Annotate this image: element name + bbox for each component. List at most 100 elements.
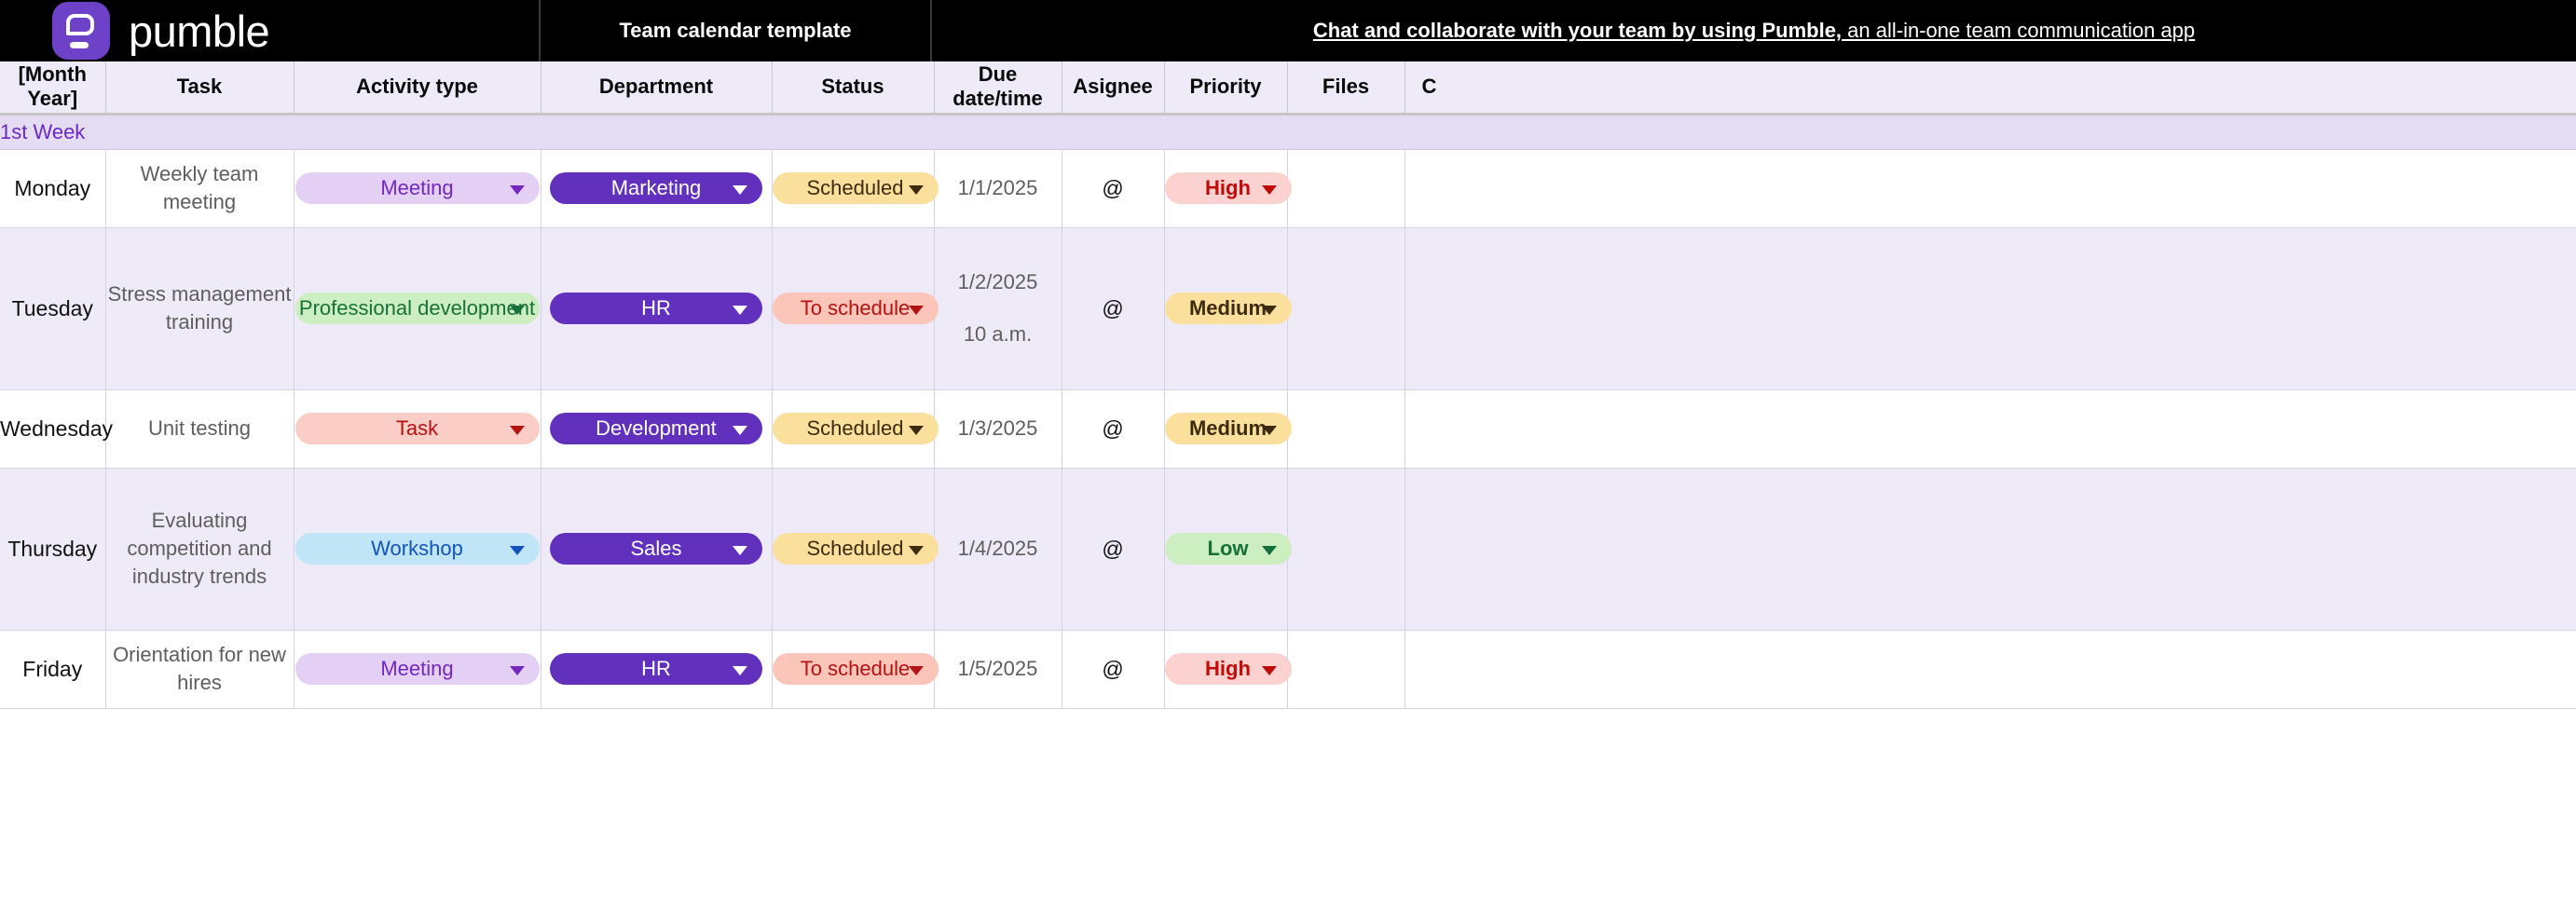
cell-task[interactable]: Weekly team meeting	[105, 149, 295, 228]
cell-task[interactable]: Orientation for new hires	[105, 630, 295, 709]
promo-link-tail[interactable]: an all-in-one team communication app	[1842, 19, 2195, 42]
activity-type-dropdown[interactable]: Workshop	[295, 533, 540, 565]
chevron-down-icon[interactable]	[733, 426, 747, 435]
chevron-down-icon[interactable]	[733, 185, 747, 195]
col-header-month-year[interactable]: [Month Year]	[0, 61, 106, 116]
department-dropdown[interactable]: Development	[550, 413, 762, 444]
priority-dropdown[interactable]: High	[1164, 653, 1292, 685]
priority-dropdown[interactable]: Medium	[1164, 293, 1292, 324]
col-header-files[interactable]: Files	[1287, 61, 1405, 116]
col-header-task[interactable]: Task	[105, 61, 295, 116]
cell-priority[interactable]: High	[1164, 630, 1292, 709]
status-dropdown[interactable]: To schedule	[772, 293, 939, 324]
col-header-department[interactable]: Department	[541, 61, 773, 116]
cell-activity-type[interactable]: Workshop	[294, 468, 541, 631]
status-dropdown[interactable]: Scheduled	[772, 413, 939, 444]
chevron-down-icon[interactable]	[733, 666, 747, 675]
cell-department[interactable]: HR	[541, 630, 773, 709]
cell-department[interactable]: Marketing	[541, 149, 773, 228]
cell-comments[interactable]	[1404, 227, 2576, 390]
cell-priority[interactable]: Medium	[1164, 227, 1292, 390]
cell-department[interactable]: HR	[541, 227, 773, 390]
cell-day[interactable]: Wednesday	[0, 389, 113, 469]
chevron-down-icon[interactable]	[509, 185, 525, 195]
chevron-down-icon[interactable]	[908, 426, 924, 435]
activity-type-dropdown[interactable]: Meeting	[295, 653, 540, 685]
col-header-activity-type[interactable]: Activity type	[294, 61, 541, 116]
chevron-down-icon[interactable]	[733, 306, 747, 315]
cell-department[interactable]: Development	[541, 389, 773, 469]
cell-day[interactable]: Thursday	[0, 468, 106, 631]
department-dropdown[interactable]: Marketing	[550, 172, 762, 204]
col-header-status[interactable]: Status	[772, 61, 935, 116]
cell-due-date-time[interactable]: 1/3/2025	[934, 389, 1062, 469]
cell-due-date-time[interactable]: 1/5/2025	[934, 630, 1062, 709]
priority-dropdown[interactable]: Medium	[1164, 413, 1292, 444]
cell-files[interactable]	[1287, 149, 1405, 228]
cell-comments[interactable]	[1404, 468, 2576, 631]
cell-files[interactable]	[1287, 630, 1405, 709]
chevron-down-icon[interactable]	[908, 185, 924, 195]
cell-activity-type[interactable]: Meeting	[294, 149, 541, 228]
cell-status[interactable]: Scheduled	[772, 468, 939, 631]
chevron-down-icon[interactable]	[509, 546, 525, 555]
cell-day[interactable]: Tuesday	[0, 227, 106, 390]
cell-comments[interactable]	[1404, 389, 2576, 469]
chevron-down-icon[interactable]	[1261, 306, 1277, 315]
col-header-priority[interactable]: Priority	[1164, 61, 1288, 116]
cell-priority[interactable]: Low	[1164, 468, 1292, 631]
col-header-asignee[interactable]: Asignee	[1062, 61, 1165, 116]
chevron-down-icon[interactable]	[908, 546, 924, 555]
activity-type-dropdown[interactable]: Professional development	[295, 293, 540, 324]
cell-priority[interactable]: High	[1164, 149, 1292, 228]
cell-status[interactable]: To schedule	[772, 227, 939, 390]
cell-assignee[interactable]: @	[1062, 630, 1165, 709]
cell-assignee[interactable]: @	[1062, 389, 1165, 469]
status-dropdown[interactable]: Scheduled	[772, 172, 939, 204]
cell-due-date-time[interactable]: 1/1/2025	[934, 149, 1062, 228]
cell-task[interactable]: Evaluating competition and industry tren…	[105, 468, 295, 631]
chevron-down-icon[interactable]	[1261, 666, 1277, 675]
cell-assignee[interactable]: @	[1062, 468, 1165, 631]
cell-assignee[interactable]: @	[1062, 227, 1165, 390]
chevron-down-icon[interactable]	[908, 306, 924, 315]
status-dropdown[interactable]: To schedule	[772, 653, 939, 685]
status-dropdown[interactable]: Scheduled	[772, 533, 939, 565]
chevron-down-icon[interactable]	[908, 666, 924, 675]
priority-dropdown[interactable]: Low	[1164, 533, 1292, 565]
cell-priority[interactable]: Medium	[1164, 389, 1292, 469]
col-header-due-date-time[interactable]: Due date/time	[934, 61, 1062, 116]
col-header-comments[interactable]: C	[1404, 61, 2576, 116]
cell-status[interactable]: Scheduled	[772, 149, 939, 228]
cell-status[interactable]: Scheduled	[772, 389, 939, 469]
chevron-down-icon[interactable]	[509, 426, 525, 435]
week-label[interactable]: 1st Week	[0, 114, 2576, 150]
priority-dropdown[interactable]: High	[1164, 172, 1292, 204]
department-dropdown[interactable]: HR	[550, 653, 762, 685]
cell-task[interactable]: Unit testing	[105, 389, 295, 469]
cell-task[interactable]: Stress management training	[105, 227, 295, 390]
chevron-down-icon[interactable]	[509, 666, 525, 675]
department-dropdown[interactable]: Sales	[550, 533, 762, 565]
chevron-down-icon[interactable]	[1261, 185, 1277, 195]
cell-activity-type[interactable]: Professional development	[294, 227, 541, 390]
cell-day[interactable]: Friday	[0, 630, 106, 709]
chevron-down-icon[interactable]	[1261, 546, 1277, 555]
cell-activity-type[interactable]: Meeting	[294, 630, 541, 709]
cell-activity-type[interactable]: Task	[294, 389, 541, 469]
cell-department[interactable]: Sales	[541, 468, 773, 631]
cell-due-date-time[interactable]: 1/4/2025	[934, 468, 1062, 631]
chevron-down-icon[interactable]	[509, 306, 525, 315]
cell-due-date-time[interactable]: 1/2/2025 10 a.m.	[934, 227, 1062, 390]
cell-status[interactable]: To schedule	[772, 630, 939, 709]
promo-link-strong[interactable]: Chat and collaborate with your team by u…	[1313, 19, 1842, 42]
cell-comments[interactable]	[1404, 630, 2576, 709]
department-dropdown[interactable]: HR	[550, 293, 762, 324]
cell-day[interactable]: Monday	[0, 149, 106, 228]
activity-type-dropdown[interactable]: Task	[295, 413, 540, 444]
chevron-down-icon[interactable]	[1261, 426, 1277, 435]
cell-comments[interactable]	[1404, 149, 2576, 228]
cell-files[interactable]	[1287, 468, 1405, 631]
cell-files[interactable]	[1287, 389, 1405, 469]
chevron-down-icon[interactable]	[733, 546, 747, 555]
